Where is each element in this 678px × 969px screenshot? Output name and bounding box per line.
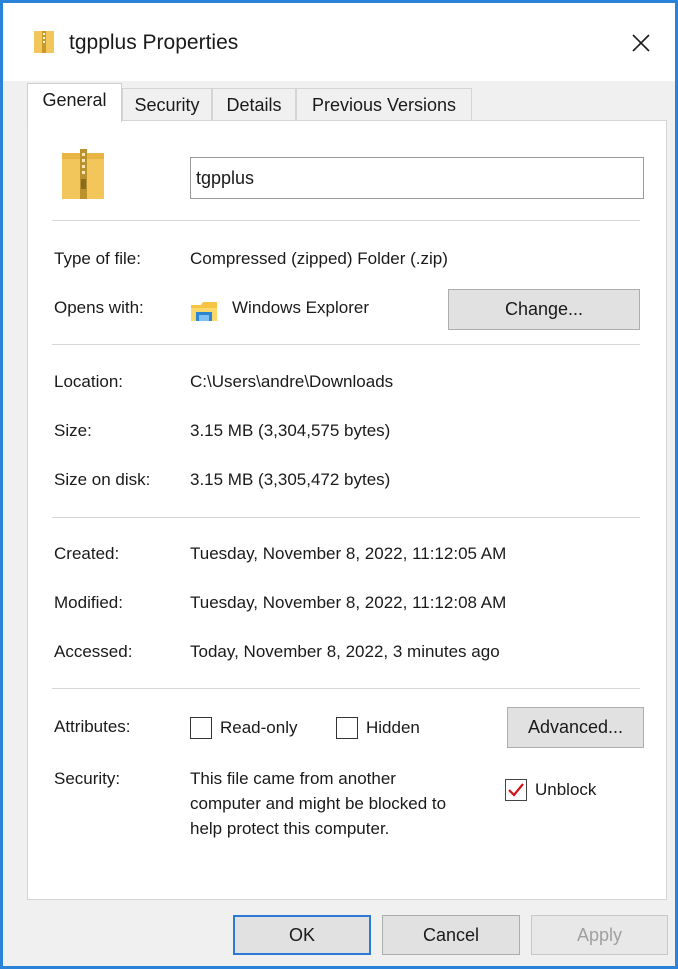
properties-window: tgpplus Properties General Security Deta… <box>0 0 678 969</box>
size-on-disk-label: Size on disk: <box>54 470 151 489</box>
location-label: Location: <box>54 372 123 391</box>
separator <box>52 344 640 345</box>
read-only-checkbox[interactable] <box>190 717 212 739</box>
change-button[interactable]: Change... <box>448 289 640 330</box>
zip-folder-icon <box>33 29 55 60</box>
window-title: tgpplus Properties <box>69 31 239 54</box>
security-message-line-2: computer and might be blocked to <box>190 794 447 813</box>
cancel-button[interactable]: Cancel <box>382 915 520 955</box>
opens-with-value: Windows Explorer <box>232 298 369 317</box>
tab-general[interactable]: General <box>27 83 122 122</box>
accessed-label: Accessed: <box>54 642 133 661</box>
separator <box>52 220 640 221</box>
tab-strip: General Security Details Previous Versio… <box>27 83 665 122</box>
security-message-line-1: This file came from another <box>190 769 396 788</box>
separator <box>52 688 640 689</box>
modified-value: Tuesday, November 8, 2022, 11:12:08 AM <box>190 593 507 612</box>
size-label: Size: <box>54 421 92 440</box>
size-value: 3.15 MB (3,304,575 bytes) <box>190 421 391 440</box>
windows-explorer-icon <box>190 299 218 328</box>
attributes-label: Attributes: <box>54 717 131 736</box>
close-button[interactable] <box>621 25 661 65</box>
apply-button[interactable]: Apply <box>531 915 668 955</box>
close-icon <box>631 33 651 58</box>
file-name-input[interactable] <box>190 157 644 199</box>
general-panel: Type of file: Compressed (zipped) Folder… <box>27 120 667 900</box>
tab-security[interactable]: Security <box>122 88 212 120</box>
created-value: Tuesday, November 8, 2022, 11:12:05 AM <box>190 544 507 563</box>
opens-with-label: Opens with: <box>54 298 144 317</box>
read-only-label[interactable]: Read-only <box>220 717 298 739</box>
type-of-file-label: Type of file: <box>54 249 141 268</box>
zip-file-icon <box>60 147 106 206</box>
unblock-checkbox[interactable] <box>505 779 527 801</box>
created-label: Created: <box>54 544 120 563</box>
ok-button[interactable]: OK <box>233 915 371 955</box>
accessed-value: Today, November 8, 2022, 3 minutes ago <box>190 642 500 661</box>
type-of-file-value: Compressed (zipped) Folder (.zip) <box>190 249 448 268</box>
size-on-disk-value: 3.15 MB (3,305,472 bytes) <box>190 470 391 489</box>
security-label: Security: <box>54 769 121 788</box>
security-message-line-3: help protect this computer. <box>190 819 390 838</box>
check-mark-icon <box>508 783 524 797</box>
advanced-button[interactable]: Advanced... <box>507 707 644 748</box>
tab-details[interactable]: Details <box>212 88 296 120</box>
tab-previous-versions[interactable]: Previous Versions <box>296 88 472 120</box>
modified-label: Modified: <box>54 593 123 612</box>
location-value: C:\Users\andre\Downloads <box>190 372 394 391</box>
unblock-label[interactable]: Unblock <box>535 779 596 801</box>
hidden-label[interactable]: Hidden <box>366 717 420 739</box>
title-bar[interactable]: tgpplus Properties <box>3 3 675 81</box>
separator <box>52 517 640 518</box>
hidden-checkbox[interactable] <box>336 717 358 739</box>
